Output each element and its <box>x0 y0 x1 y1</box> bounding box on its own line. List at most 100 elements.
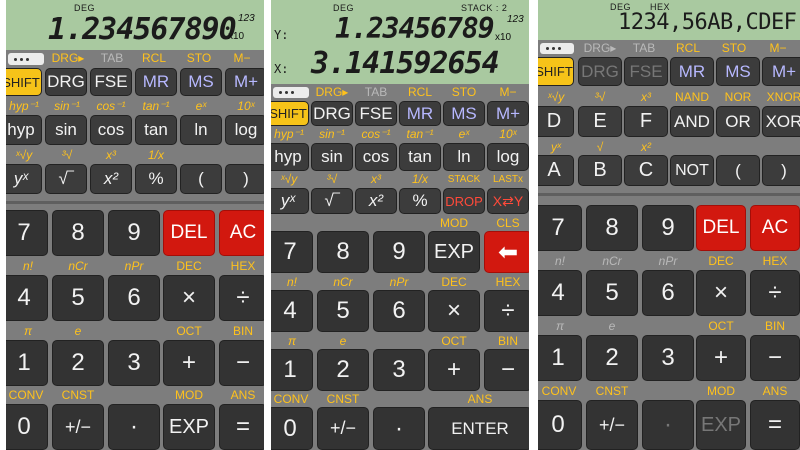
menu-button[interactable] <box>540 43 574 54</box>
digit-0-button[interactable]: 0 <box>538 400 582 450</box>
drg-button[interactable]: DRG <box>45 68 87 96</box>
exp-button[interactable]: EXP <box>696 400 746 450</box>
digit-8-button[interactable]: 8 <box>317 231 369 273</box>
hyp-button[interactable]: hyp <box>6 115 42 145</box>
sin-button[interactable]: sin <box>45 115 87 145</box>
exp-button[interactable]: EXP <box>163 404 215 450</box>
minus-button[interactable]: − <box>750 335 800 381</box>
all-clear-button[interactable]: AC <box>750 205 800 251</box>
digit-2-button[interactable]: 2 <box>317 349 369 391</box>
log-button[interactable]: log <box>487 143 529 171</box>
digit-0-button[interactable]: 0 <box>271 407 313 450</box>
decimal-point-button[interactable]: · <box>373 407 425 450</box>
backspace-arrow-icon[interactable]: ⬅ <box>484 231 529 273</box>
equals-button[interactable]: = <box>750 400 800 450</box>
close-paren-button[interactable]: ) <box>762 155 800 186</box>
digit-3-button[interactable]: 3 <box>373 349 425 391</box>
divide-button[interactable]: ÷ <box>750 270 800 316</box>
digit-0-button[interactable]: 0 <box>6 404 48 450</box>
digit-1-button[interactable]: 1 <box>6 340 48 386</box>
fse-button[interactable]: FSE <box>90 68 132 96</box>
multiply-button[interactable]: × <box>428 290 480 332</box>
xor-button[interactable]: XOR <box>762 106 800 137</box>
digit-5-button[interactable]: 5 <box>317 290 369 332</box>
cos-button[interactable]: cos <box>90 115 132 145</box>
digit-7-button[interactable]: 7 <box>6 210 48 256</box>
digit-5-button[interactable]: 5 <box>52 275 104 321</box>
minus-button[interactable]: − <box>484 349 529 391</box>
multiply-button[interactable]: × <box>163 275 215 321</box>
not-button[interactable]: NOT <box>670 155 714 186</box>
digit-3-button[interactable]: 3 <box>642 335 694 381</box>
ms-button[interactable]: MS <box>716 57 760 86</box>
m-plus-button[interactable]: M+ <box>225 68 264 96</box>
digit-4-button[interactable]: 4 <box>6 275 48 321</box>
digit-1-button[interactable]: 1 <box>538 335 582 381</box>
divide-button[interactable]: ÷ <box>219 275 264 321</box>
multiply-button[interactable]: × <box>696 270 746 316</box>
sign-toggle-button[interactable]: +/− <box>586 400 638 450</box>
digit-4-button[interactable]: 4 <box>271 290 313 332</box>
ms-button[interactable]: MS <box>443 101 485 126</box>
digit-8-button[interactable]: 8 <box>586 205 638 251</box>
m-plus-button[interactable]: M+ <box>762 57 800 86</box>
digit-7-button[interactable]: 7 <box>271 231 313 273</box>
digit-4-button[interactable]: 4 <box>538 270 582 316</box>
digit-6-button[interactable]: 6 <box>642 270 694 316</box>
percent-button[interactable]: % <box>135 164 177 194</box>
digit-2-button[interactable]: 2 <box>52 340 104 386</box>
menu-button[interactable] <box>273 87 309 98</box>
sign-toggle-button[interactable]: +/− <box>317 407 369 450</box>
enter-button[interactable]: ENTER <box>428 407 529 450</box>
mr-button[interactable]: MR <box>135 68 177 96</box>
hex-b-button[interactable]: B <box>578 155 622 186</box>
or-button[interactable]: OR <box>716 106 760 137</box>
open-paren-button[interactable]: ( <box>180 164 222 194</box>
ms-button[interactable]: MS <box>180 68 222 96</box>
hex-c-button[interactable]: C <box>624 155 668 186</box>
tan-button[interactable]: tan <box>399 143 441 171</box>
log-button[interactable]: log <box>225 115 264 145</box>
drg-button[interactable]: DRG <box>578 57 622 86</box>
sqrt-button[interactable]: √‾ <box>311 188 353 214</box>
close-paren-button[interactable]: ) <box>225 164 264 194</box>
digit-2-button[interactable]: 2 <box>586 335 638 381</box>
delete-button[interactable]: DEL <box>163 210 215 256</box>
square-button[interactable]: x² <box>355 188 397 214</box>
shift-button[interactable]: SHIFT <box>538 57 574 86</box>
exp-button[interactable]: EXP <box>428 231 480 273</box>
hex-d-button[interactable]: D <box>538 106 574 137</box>
open-paren-button[interactable]: ( <box>716 155 760 186</box>
digit-9-button[interactable]: 9 <box>642 205 694 251</box>
mr-button[interactable]: MR <box>670 57 714 86</box>
m-plus-button[interactable]: M+ <box>487 101 529 126</box>
shift-button[interactable]: SHIFT <box>271 101 309 126</box>
hex-a-button[interactable]: A <box>538 155 574 186</box>
digit-5-button[interactable]: 5 <box>586 270 638 316</box>
equals-button[interactable]: = <box>219 404 264 450</box>
delete-button[interactable]: DEL <box>696 205 746 251</box>
digit-1-button[interactable]: 1 <box>271 349 313 391</box>
digit-9-button[interactable]: 9 <box>108 210 160 256</box>
cos-button[interactable]: cos <box>355 143 397 171</box>
digit-3-button[interactable]: 3 <box>108 340 160 386</box>
fse-button[interactable]: FSE <box>355 101 397 126</box>
plus-button[interactable]: + <box>428 349 480 391</box>
digit-9-button[interactable]: 9 <box>373 231 425 273</box>
drop-button[interactable]: DROP <box>443 188 485 214</box>
ln-button[interactable]: ln <box>443 143 485 171</box>
fse-button[interactable]: FSE <box>624 57 668 86</box>
menu-button[interactable] <box>8 53 44 65</box>
power-button[interactable]: yˣ <box>6 164 42 194</box>
drg-button[interactable]: DRG <box>311 101 353 126</box>
mr-button[interactable]: MR <box>399 101 441 126</box>
minus-button[interactable]: − <box>219 340 264 386</box>
digit-8-button[interactable]: 8 <box>52 210 104 256</box>
sqrt-button[interactable]: √‾ <box>45 164 87 194</box>
all-clear-button[interactable]: AC <box>219 210 264 256</box>
sin-button[interactable]: sin <box>311 143 353 171</box>
ln-button[interactable]: ln <box>180 115 222 145</box>
shift-button[interactable]: SHIFT <box>6 68 42 96</box>
swap-xy-button[interactable]: X⇄Y <box>487 188 529 214</box>
digit-6-button[interactable]: 6 <box>108 275 160 321</box>
